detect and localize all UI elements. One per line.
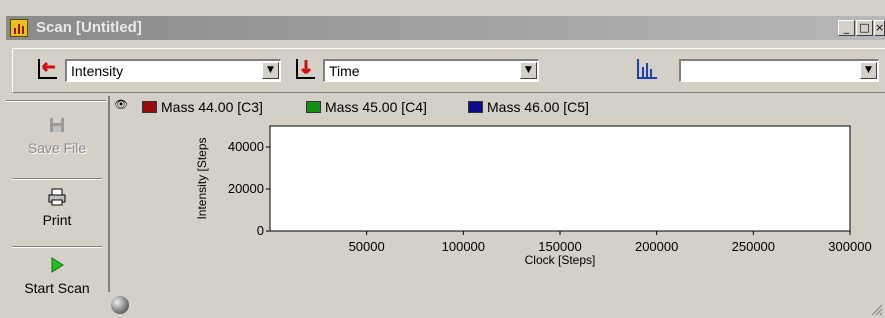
x-tick-label: 150000 — [538, 239, 581, 254]
legend-item[interactable]: Mass 44.00 [C3] — [142, 99, 263, 115]
legend-item[interactable]: Mass 45.00 [C4] — [306, 99, 427, 115]
maximize-button[interactable]: □ — [856, 20, 873, 36]
divider — [12, 178, 102, 180]
chevron-down-icon[interactable]: ▼ — [860, 62, 877, 79]
title-bar[interactable]: Scan [Untitled] _ □ × — [6, 16, 885, 40]
y-axis-label: Intensity [Steps — [195, 137, 209, 219]
start-scan-label: Start Scan — [24, 280, 90, 296]
eye-icon[interactable]: 👁 — [114, 98, 128, 111]
start-scan-button[interactable]: Start Scan — [6, 256, 108, 296]
y-axis: 0 20000 40000 — [228, 139, 270, 238]
legend-swatch — [306, 101, 321, 113]
x-axis-value: Time — [329, 63, 360, 79]
axis-toolbar: Intensity ▼ Time ▼ ▼ — [12, 48, 885, 93]
x-tick-label: 300000 — [828, 239, 871, 254]
chevron-down-icon[interactable]: ▼ — [520, 62, 537, 79]
chart-panel: 👁 Mass 44.00 [C3] Mass 45.00 [C4] Mass 4… — [108, 96, 885, 292]
print-button[interactable]: Print — [6, 188, 108, 228]
plot-background — [269, 125, 851, 232]
x-tick-label: 200000 — [635, 239, 678, 254]
legend-swatch — [142, 101, 157, 113]
legend: 👁 Mass 44.00 [C3] Mass 45.00 [C4] Mass 4… — [110, 96, 870, 118]
divider — [6, 100, 106, 102]
save-file-label: Save File — [27, 140, 87, 156]
status-bar — [108, 292, 885, 318]
scan-chart: 0 20000 40000 50000 100000 150000 200000 25000… — [195, 125, 872, 267]
x-axis: 50000 100000 150000 200000 250000 300000 — [349, 231, 872, 254]
printer-icon — [6, 188, 108, 212]
y-tick-label: 40000 — [228, 139, 264, 154]
legend-swatch — [468, 101, 483, 113]
y-axis-select-icon — [35, 57, 59, 81]
print-label: Print — [42, 212, 72, 228]
legend-label: Mass 46.00 [C5] — [487, 99, 589, 115]
y-axis-value: Intensity — [71, 63, 124, 79]
sidebar: Save File Print Start Scan — [6, 96, 108, 318]
y-tick-label: 20000 — [228, 181, 264, 196]
chevron-down-icon[interactable]: ▼ — [262, 62, 279, 79]
y-tick-label: 0 — [257, 223, 264, 238]
minimize-button[interactable]: _ — [838, 20, 855, 36]
legend-label: Mass 45.00 [C4] — [325, 99, 427, 115]
window-title: Scan [Untitled] — [36, 19, 142, 36]
legend-item[interactable]: Mass 46.00 [C5] — [468, 99, 589, 115]
x-axis-select-icon — [293, 57, 317, 81]
play-icon — [6, 256, 108, 280]
floppy-disk-icon — [6, 116, 108, 140]
status-indicator-icon — [111, 296, 129, 314]
legend-label: Mass 44.00 [C3] — [161, 99, 263, 115]
x-tick-label: 250000 — [732, 239, 775, 254]
divider — [12, 246, 102, 248]
x-tick-label: 50000 — [349, 239, 385, 254]
y-axis-dropdown[interactable]: Intensity ▼ — [65, 59, 281, 82]
resize-grip-icon[interactable] — [869, 302, 883, 316]
bar-chart-icon — [635, 57, 659, 81]
app-chart-icon — [10, 19, 28, 37]
x-tick-label: 100000 — [442, 239, 485, 254]
x-axis-dropdown[interactable]: Time ▼ — [323, 59, 539, 82]
x-axis-label: Clock [Steps] — [525, 253, 596, 267]
save-file-button[interactable]: Save File — [6, 116, 108, 156]
chart-type-dropdown[interactable]: ▼ — [679, 59, 879, 82]
close-button[interactable]: × — [874, 20, 885, 36]
